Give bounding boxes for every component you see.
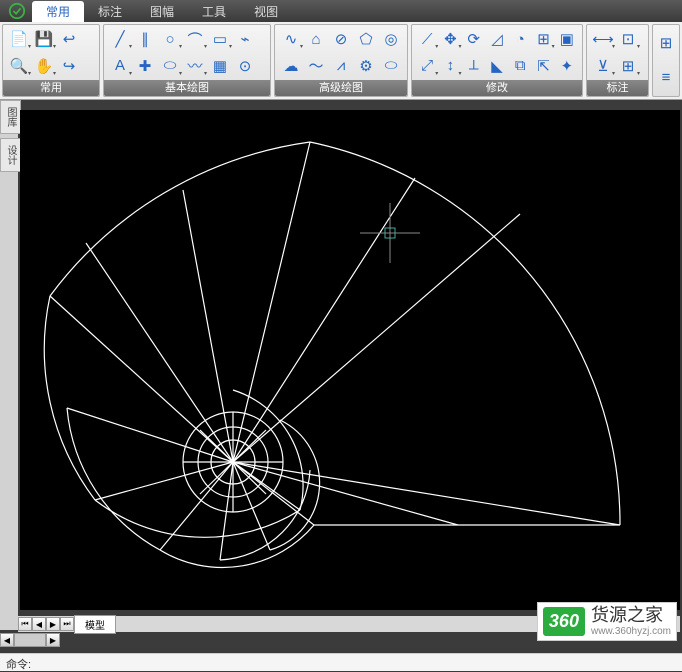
tangent-icon[interactable]: ⊘ [329, 27, 353, 51]
zigzag-icon[interactable]: ⩘ [329, 54, 353, 78]
spline-icon[interactable]: 〰▾ [183, 54, 207, 78]
trim-icon[interactable]: ⤢▾ [416, 54, 438, 78]
pan-icon[interactable]: ✋▾ [32, 54, 56, 78]
new-file-icon[interactable]: 📄▾ [7, 27, 31, 51]
revcloud-icon[interactable]: ☁ [279, 54, 303, 78]
command-line[interactable]: 命令: [0, 653, 682, 671]
panel-common: 📄▾ 💾▾ ↩ 🔍▾ ✋▾ ↪ 常用 [2, 24, 100, 97]
line-icon[interactable]: ╱▾ [108, 27, 132, 51]
polyline-icon[interactable]: ⌁ [233, 27, 257, 51]
scale-icon[interactable]: ◔ [509, 27, 531, 51]
zoom-icon[interactable]: 🔍▾ [7, 54, 31, 78]
undo-icon[interactable]: ↩ [57, 27, 81, 51]
spline2-icon[interactable]: ∿▾ [279, 27, 303, 51]
menu-tab-common[interactable]: 常用 [32, 1, 84, 22]
watermark: 360 货源之家 www.360hyzj.com [537, 602, 677, 641]
break-icon[interactable]: ⟂ [463, 54, 485, 78]
panel-extra: ⊞ ≡ [652, 24, 680, 97]
array-icon[interactable]: ⊞▾ [532, 27, 554, 51]
extra1-icon[interactable]: ⊞ [657, 31, 675, 55]
menu-tab-view[interactable]: 视图 [240, 1, 292, 22]
dim4-icon[interactable]: ⊞▾ [616, 54, 640, 78]
extra2-icon[interactable]: ≡ [657, 66, 675, 90]
copy-icon[interactable]: ⧉ [509, 54, 531, 78]
circle-icon[interactable]: ○▾ [158, 27, 182, 51]
polygon-icon[interactable]: ⬠ [354, 27, 378, 51]
slot-icon[interactable]: ⬭ [379, 54, 403, 78]
parallel-icon[interactable]: ∥ [133, 27, 157, 51]
work-area: 图库 设计 [0, 100, 682, 630]
tab-prev-button[interactable]: ◀ [32, 617, 46, 631]
arc-icon[interactable]: ⌒▾ [183, 27, 207, 51]
chamfer-icon[interactable]: ⌂ [304, 27, 328, 51]
watermark-title: 货源之家 [591, 606, 671, 626]
menu-tab-annotate[interactable]: 标注 [84, 1, 136, 22]
panel-advanced-drawing: ∿▾ ⌂ ⊘ ⬠ ◎ ☁ 〜 ⩘ ⚙ ⬭ 高级绘图 [274, 24, 408, 97]
rect-icon[interactable]: ▭▾ [208, 27, 232, 51]
gear-icon[interactable]: ⚙ [354, 54, 378, 78]
donut-icon[interactable]: ◎ [379, 27, 403, 51]
dim2-icon[interactable]: ⊡▾ [616, 27, 640, 51]
scroll-left-button[interactable]: ◀ [0, 633, 14, 647]
mirror-icon[interactable]: ◿ [486, 27, 508, 51]
tab-next-button[interactable]: ▶ [46, 617, 60, 631]
linear-dim-icon[interactable]: ⟷▾ [591, 27, 615, 51]
left-dock-tab-1[interactable]: 图库 [0, 100, 21, 134]
move-icon[interactable]: ✥▾ [439, 27, 461, 51]
text-icon[interactable]: A▾ [108, 54, 132, 78]
watermark-url: www.360hyzj.com [591, 626, 671, 637]
panel-label-dim: 标注 [587, 80, 648, 96]
menu-tab-tools[interactable]: 工具 [188, 1, 240, 22]
panel-label-basic: 基本绘图 [104, 80, 270, 96]
tab-first-button[interactable]: ⏮ [18, 617, 32, 631]
menu-tab-drawing-frame[interactable]: 图幅 [136, 1, 188, 22]
drawing-canvas[interactable] [20, 110, 680, 610]
panel-modify: ⟋▾ ✥▾ ⟳ ◿ ◔ ⊞▾ ▣ ⤢▾ ↕▾ ⟂ ◣ ⧉ ⇱ ✦ 修改 [411, 24, 583, 97]
dim3-icon[interactable]: ⊻▾ [591, 54, 615, 78]
left-dock-tab-2[interactable]: 设计 [0, 138, 21, 172]
panel-dimension: ⟷▾ ⊡▾ ⊻▾ ⊞▾ 标注 [586, 24, 649, 97]
panel-basic-drawing: ╱▾ ∥ ○▾ ⌒▾ ▭▾ ⌁ A▾ ✚ ⬭▾ 〰▾ ▦ ⊙ 基本绘图 [103, 24, 271, 97]
scroll-right-button[interactable]: ▶ [46, 633, 60, 647]
panel-label-common: 常用 [3, 80, 99, 96]
hatch-icon[interactable]: ▦ [208, 54, 232, 78]
fillet-icon[interactable]: ◣ [486, 54, 508, 78]
point-icon[interactable]: ⊙ [233, 54, 257, 78]
left-dock: 图库 设计 [0, 100, 18, 630]
select-icon[interactable]: ▣ [556, 27, 578, 51]
center-line-icon[interactable]: ✚ [133, 54, 157, 78]
watermark-badge: 360 [543, 607, 585, 636]
panel-label-modify: 修改 [412, 80, 582, 96]
rotate-icon[interactable]: ⟳ [463, 27, 485, 51]
erase-icon[interactable]: ⟋▾ [416, 27, 438, 51]
tab-last-button[interactable]: ⏭ [60, 617, 74, 631]
redo-icon[interactable]: ↪ [57, 54, 81, 78]
scroll-thumb[interactable] [14, 633, 46, 647]
wave-icon[interactable]: 〜 [304, 54, 328, 78]
explode-icon[interactable]: ✦ [556, 54, 578, 78]
scroll-corner: ◀ ▶ [0, 633, 60, 647]
ellipse-icon[interactable]: ⬭▾ [158, 54, 182, 78]
panel-label-advanced: 高级绘图 [275, 80, 407, 96]
save-icon[interactable]: 💾▾ [32, 27, 56, 51]
extend-icon[interactable]: ↕▾ [439, 54, 461, 78]
command-prompt: 命令: [6, 659, 31, 671]
app-logo-icon [2, 1, 32, 21]
stretch-icon[interactable]: ⇱ [532, 54, 554, 78]
ribbon: 📄▾ 💾▾ ↩ 🔍▾ ✋▾ ↪ 常用 ╱▾ ∥ ○▾ ⌒▾ ▭▾ ⌁ A▾ [0, 22, 682, 100]
model-tab[interactable]: 模型 [74, 615, 116, 634]
